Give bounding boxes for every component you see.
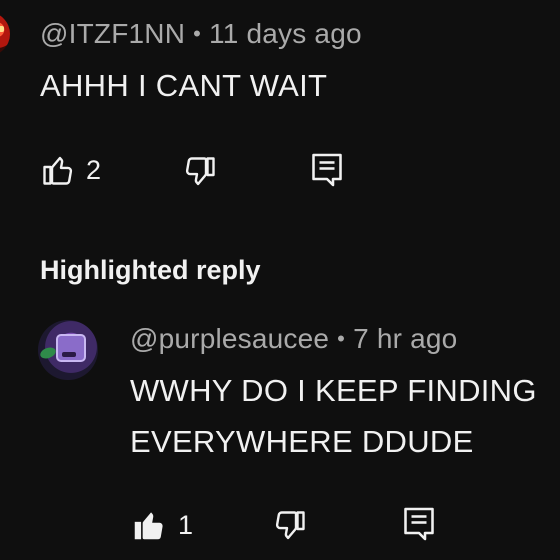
reply-text-line-1: WWHY DO I KEEP FINDING — [130, 373, 537, 408]
commenter-avatar[interactable] — [0, 12, 10, 56]
reply-author[interactable]: @purplesaucee — [130, 323, 329, 354]
reply-like-button[interactable]: 1 — [130, 506, 193, 544]
reply-author-avatar[interactable] — [38, 320, 98, 380]
thumbs-down-icon — [275, 511, 305, 540]
meta-separator: • — [193, 21, 202, 46]
reply-time[interactable]: 7 hr ago — [353, 323, 457, 354]
reply-icon — [404, 507, 434, 541]
comments-panel: @ITZF1NN • 11 days ago AHHH I CANT WAIT 2 … — [0, 0, 560, 560]
reply-dislike-button[interactable] — [272, 508, 308, 544]
reply-like-count: 1 — [178, 509, 194, 540]
avatar-leaf-detail — [38, 345, 58, 361]
reply-text-line-2: EVERYWHERE DDUDE — [130, 424, 474, 459]
thumbs-up-icon — [43, 156, 73, 185]
comment-text: AHHH I CANT WAIT — [40, 68, 328, 103]
reply-to-reply-button[interactable] — [402, 506, 436, 542]
reply-button[interactable] — [310, 152, 344, 188]
avatar-mouth-detail — [62, 352, 76, 357]
like-count: 2 — [86, 154, 102, 185]
reply-meta: @purplesaucee • 7 hr ago — [130, 323, 457, 355]
meta-separator: • — [337, 326, 346, 351]
reply-icon — [312, 153, 342, 187]
avatar-face-detail — [56, 334, 86, 362]
thumbs-down-icon — [185, 157, 215, 186]
comment-author[interactable]: @ITZF1NN — [40, 18, 185, 49]
highlighted-reply-heading: Highlighted reply — [40, 255, 261, 285]
dislike-button[interactable] — [182, 154, 218, 190]
avatar-eye-detail — [0, 26, 4, 32]
thumbs-up-filled-icon — [134, 512, 163, 540]
comment-meta: @ITZF1NN • 11 days ago — [40, 18, 362, 50]
like-button[interactable]: 2 — [40, 152, 101, 188]
comment-time[interactable]: 11 days ago — [209, 18, 362, 49]
